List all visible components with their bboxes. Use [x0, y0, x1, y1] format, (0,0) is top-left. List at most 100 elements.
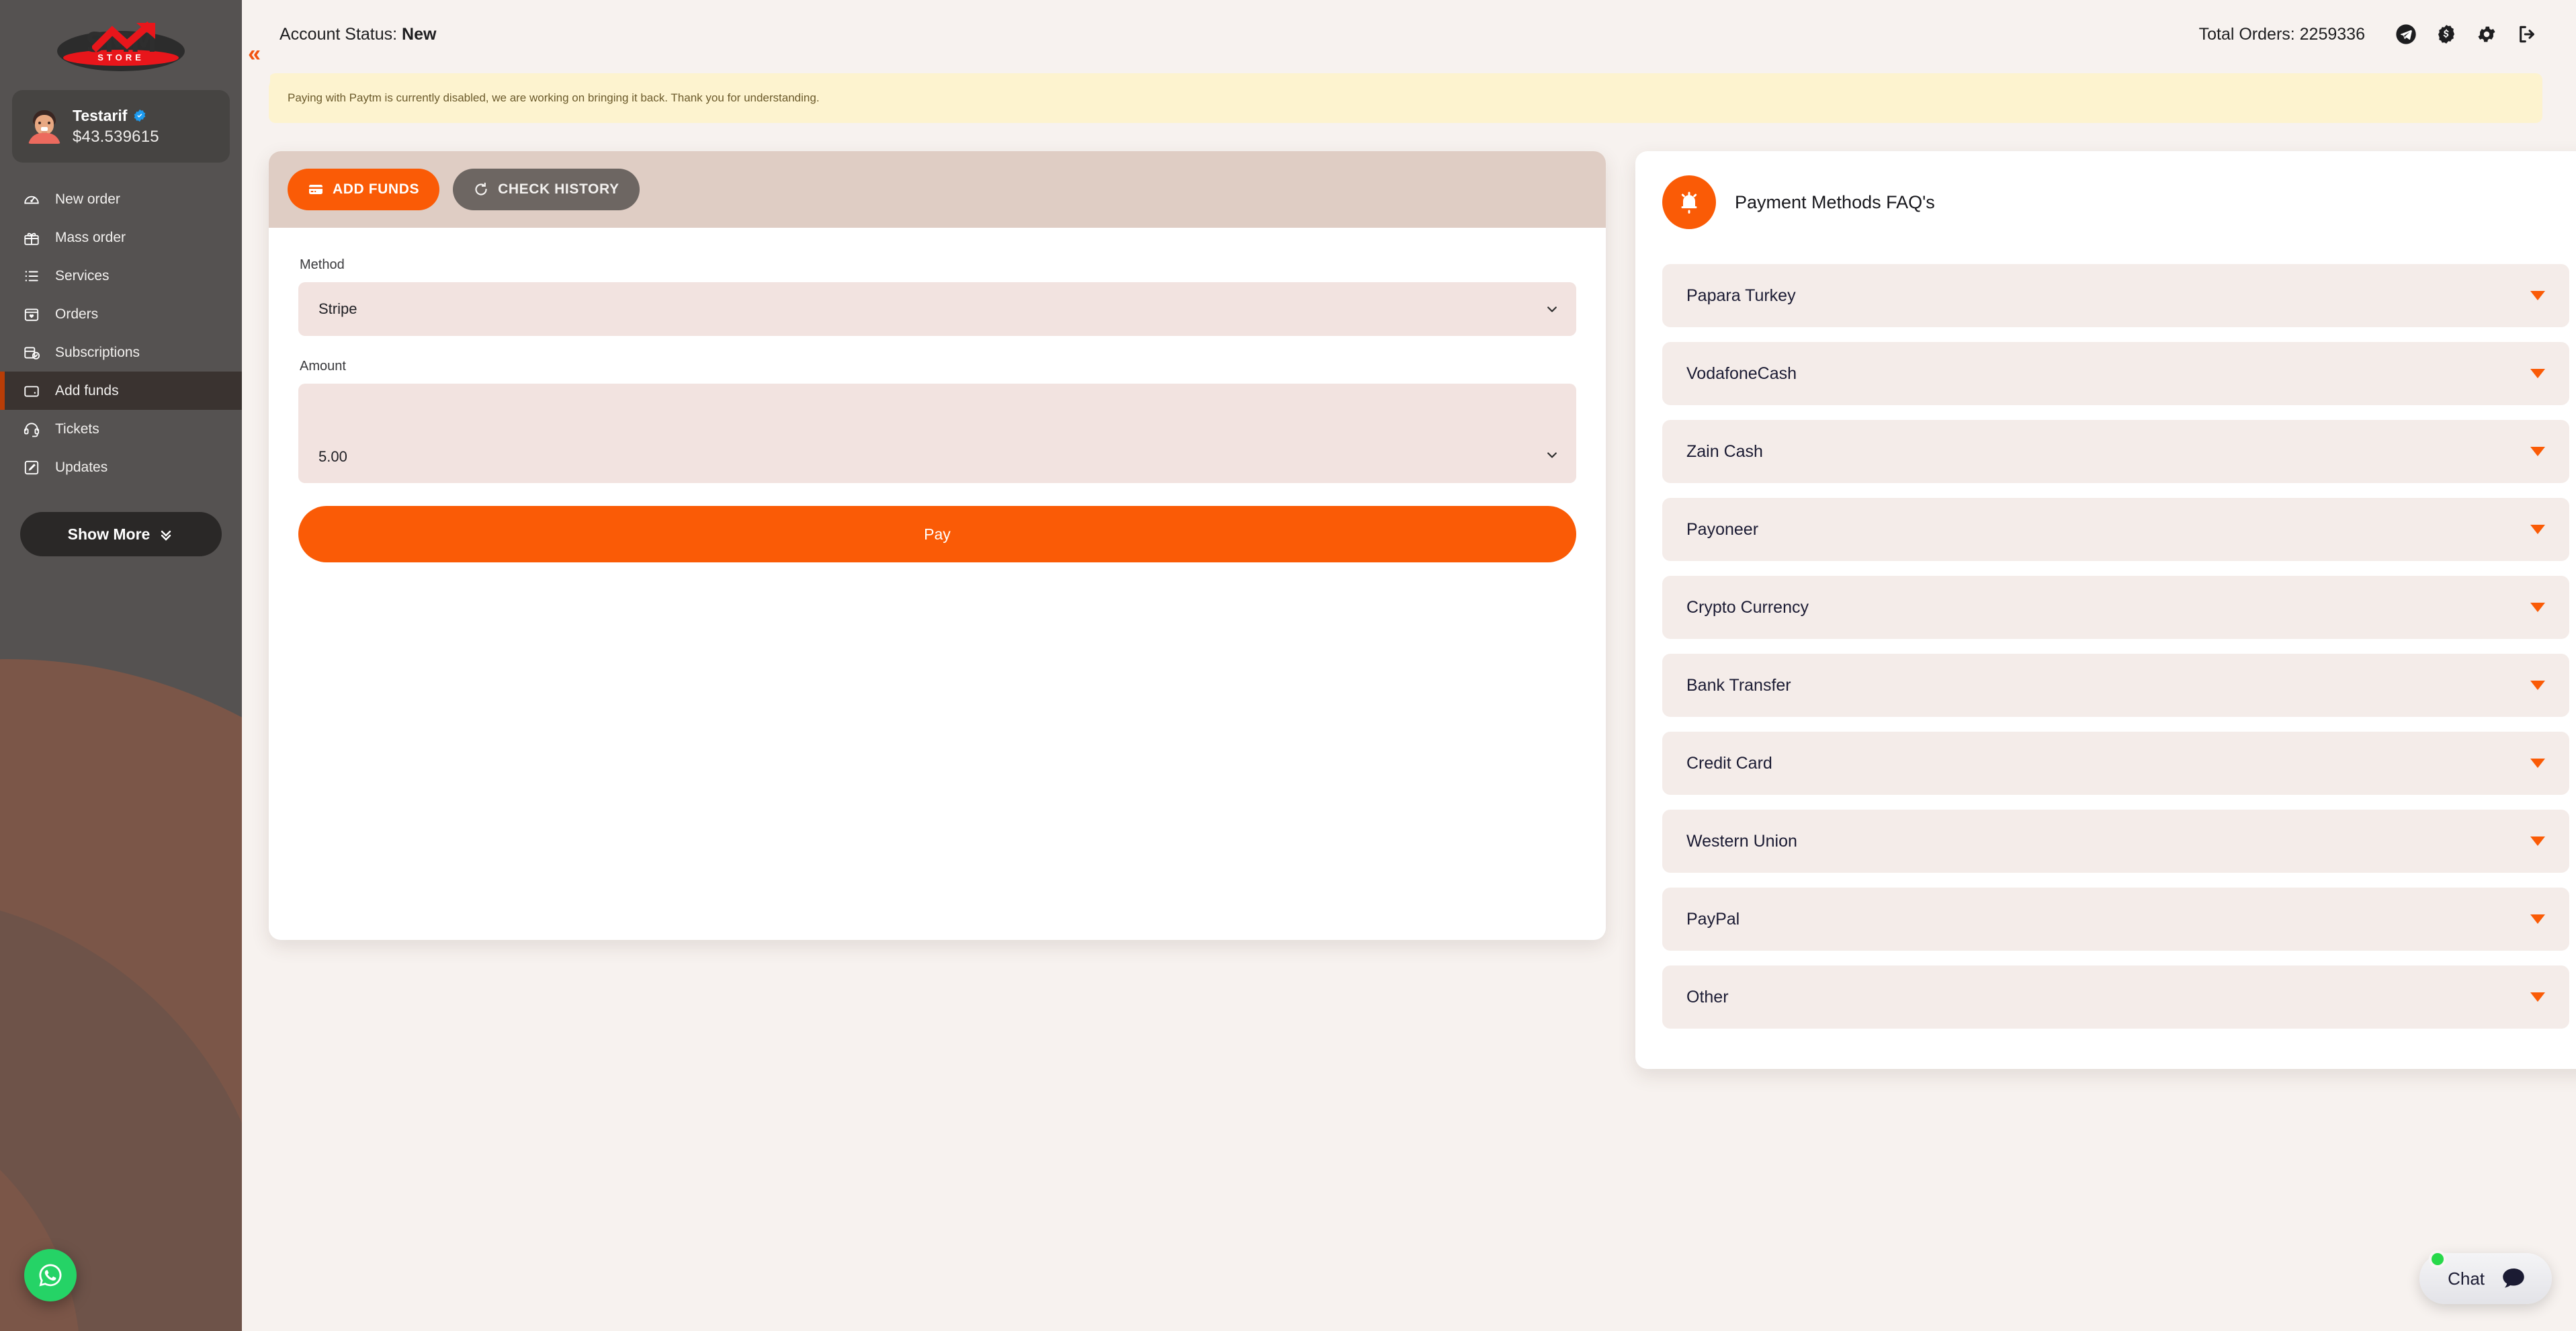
username: Testarif — [73, 106, 128, 124]
total-orders: Total Orders: 2259336 — [2198, 24, 2365, 44]
chevron-down-icon — [1547, 306, 1557, 312]
pay-button[interactable]: Pay — [298, 506, 1576, 562]
payment-faq-title: Payment Methods FAQ's — [1735, 191, 1935, 212]
faq-item-label: Zain Cash — [1686, 441, 1763, 461]
sidebar-item-label: Subscriptions — [55, 344, 140, 360]
sidebar-item-mass-order[interactable]: Mass order — [0, 218, 242, 257]
caret-down-icon — [2530, 681, 2545, 690]
caret-down-icon — [2530, 369, 2545, 378]
caret-down-icon — [2530, 836, 2545, 846]
sidebar-item-label: Tickets — [55, 421, 99, 437]
online-dot-icon — [2429, 1250, 2447, 1268]
account-status-value: New — [402, 24, 437, 44]
faq-item-paypal[interactable]: PayPal — [1662, 888, 2569, 951]
logout-icon[interactable] — [2516, 23, 2538, 46]
user-card[interactable]: Testarif $43.539615 — [12, 90, 230, 163]
payment-faq-list: Papara Turkey VodafoneCash Zain Cash Pay… — [1635, 252, 2576, 1029]
app-root: SMM STORE Testarif $43.539615 New order … — [0, 0, 2576, 1331]
caret-down-icon — [2530, 291, 2545, 300]
sidebar-nav: New order Mass order Services Orders Sub… — [0, 180, 242, 486]
faq-item-vodafonecash[interactable]: VodafoneCash — [1662, 342, 2569, 405]
amount-label: Amount — [300, 359, 346, 374]
payment-faq-card: Payment Methods FAQ's Papara Turkey Voda… — [1635, 151, 2576, 1069]
whatsapp-button[interactable] — [24, 1249, 77, 1301]
credit-card-icon — [309, 185, 323, 194]
gear-icon[interactable] — [2475, 23, 2498, 46]
amount-select-value: 5.00 — [318, 448, 347, 465]
avatar — [27, 109, 62, 144]
add-funds-form: Method Stripe Amount 5.00 Pay — [269, 228, 1606, 940]
faq-item-label: Papara Turkey — [1686, 286, 1796, 305]
headset-icon — [23, 421, 40, 438]
caret-down-icon — [2530, 447, 2545, 456]
sidebar-item-tickets[interactable]: Tickets — [0, 410, 242, 448]
add-funds-card: ADD FUNDS CHECK HISTORY Method Stripe Am… — [269, 151, 1606, 940]
faq-item-crypto-currency[interactable]: Crypto Currency — [1662, 576, 2569, 639]
check-history-button[interactable]: CHECK HISTORY — [453, 169, 640, 210]
telegram-send-icon[interactable] — [2395, 23, 2417, 46]
faq-item-credit-card[interactable]: Credit Card — [1662, 732, 2569, 795]
notice-text: Paying with Paytm is currently disabled,… — [288, 91, 820, 104]
chevron-down-icon — [1547, 452, 1557, 458]
pencil-square-icon — [23, 459, 40, 476]
account-status: Account Status: New — [280, 25, 436, 44]
faq-item-western-union[interactable]: Western Union — [1662, 810, 2569, 873]
add-funds-button[interactable]: ADD FUNDS — [288, 169, 440, 210]
sidebar: SMM STORE Testarif $43.539615 New order … — [0, 0, 242, 1331]
method-select-value: Stripe — [318, 300, 357, 317]
amount-select[interactable]: 5.00 — [298, 384, 1576, 483]
sidebar-item-orders[interactable]: Orders — [0, 295, 242, 333]
caret-down-icon — [2530, 914, 2545, 924]
top-bar-actions: Total Orders: 2259336 — [2199, 23, 2538, 46]
check-history-button-label: CHECK HISTORY — [498, 181, 619, 197]
sidebar-decorative-arcs — [0, 619, 242, 1331]
account-status-prefix: Account Status: — [280, 24, 402, 44]
sidebar-item-label: Services — [55, 267, 110, 284]
refresh-icon — [475, 182, 487, 196]
faq-item-label: Credit Card — [1686, 753, 1772, 773]
chat-bubble-icon — [2503, 1268, 2524, 1288]
alarm-bell-icon — [1681, 191, 1697, 214]
sidebar-collapse-button[interactable]: « — [242, 15, 270, 93]
add-funds-button-label: ADD FUNDS — [333, 181, 420, 197]
verified-badge-icon — [134, 109, 146, 122]
show-more-label: Show More — [67, 525, 151, 543]
caret-down-icon — [2530, 992, 2545, 1002]
faq-item-papara-turkey[interactable]: Papara Turkey — [1662, 264, 2569, 327]
sidebar-item-label: Orders — [55, 306, 99, 322]
caret-down-icon — [2530, 603, 2545, 612]
sidebar-item-new-order[interactable]: New order — [0, 180, 242, 218]
sidebar-item-subscriptions[interactable]: Subscriptions — [0, 333, 242, 372]
sidebar-item-label: Updates — [55, 459, 108, 475]
faq-item-other[interactable]: Other — [1662, 965, 2569, 1029]
chevron-double-left-icon: « — [248, 41, 261, 67]
chevron-double-down-icon — [161, 530, 171, 541]
brand-logo[interactable]: SMM STORE — [0, 0, 242, 87]
sidebar-item-label: New order — [55, 191, 120, 207]
faq-item-label: PayPal — [1686, 909, 1740, 929]
main-area: « Account Status: New Total Orders: 2259… — [242, 0, 2576, 1331]
chat-widget-button[interactable]: Chat — [2419, 1250, 2552, 1304]
alarm-bell-icon-badge — [1662, 175, 1716, 229]
caret-down-icon — [2530, 759, 2545, 768]
faq-item-bank-transfer[interactable]: Bank Transfer — [1662, 654, 2569, 717]
content-columns: ADD FUNDS CHECK HISTORY Method Stripe Am… — [242, 123, 2576, 1069]
sidebar-item-add-funds[interactable]: Add funds — [0, 372, 242, 410]
dollar-badge-icon[interactable] — [2435, 23, 2458, 46]
sidebar-item-services[interactable]: Services — [0, 257, 242, 295]
sidebar-item-label: Add funds — [55, 382, 119, 398]
payment-faq-header: Payment Methods FAQ's — [1635, 151, 2576, 252]
whatsapp-icon — [39, 1264, 62, 1287]
faq-item-label: VodafoneCash — [1686, 363, 1797, 383]
gift-box-icon — [23, 229, 40, 247]
sidebar-item-updates[interactable]: Updates — [0, 448, 242, 486]
add-funds-card-header: ADD FUNDS CHECK HISTORY — [269, 151, 1606, 228]
list-icon — [23, 267, 40, 285]
sidebar-item-label: Mass order — [55, 229, 126, 245]
faq-item-label: Payoneer — [1686, 519, 1759, 539]
faq-item-payoneer[interactable]: Payoneer — [1662, 498, 2569, 561]
show-more-button[interactable]: Show More — [20, 512, 222, 556]
faq-item-zain-cash[interactable]: Zain Cash — [1662, 420, 2569, 483]
faq-item-label: Other — [1686, 987, 1729, 1006]
method-select[interactable]: Stripe — [298, 282, 1576, 336]
